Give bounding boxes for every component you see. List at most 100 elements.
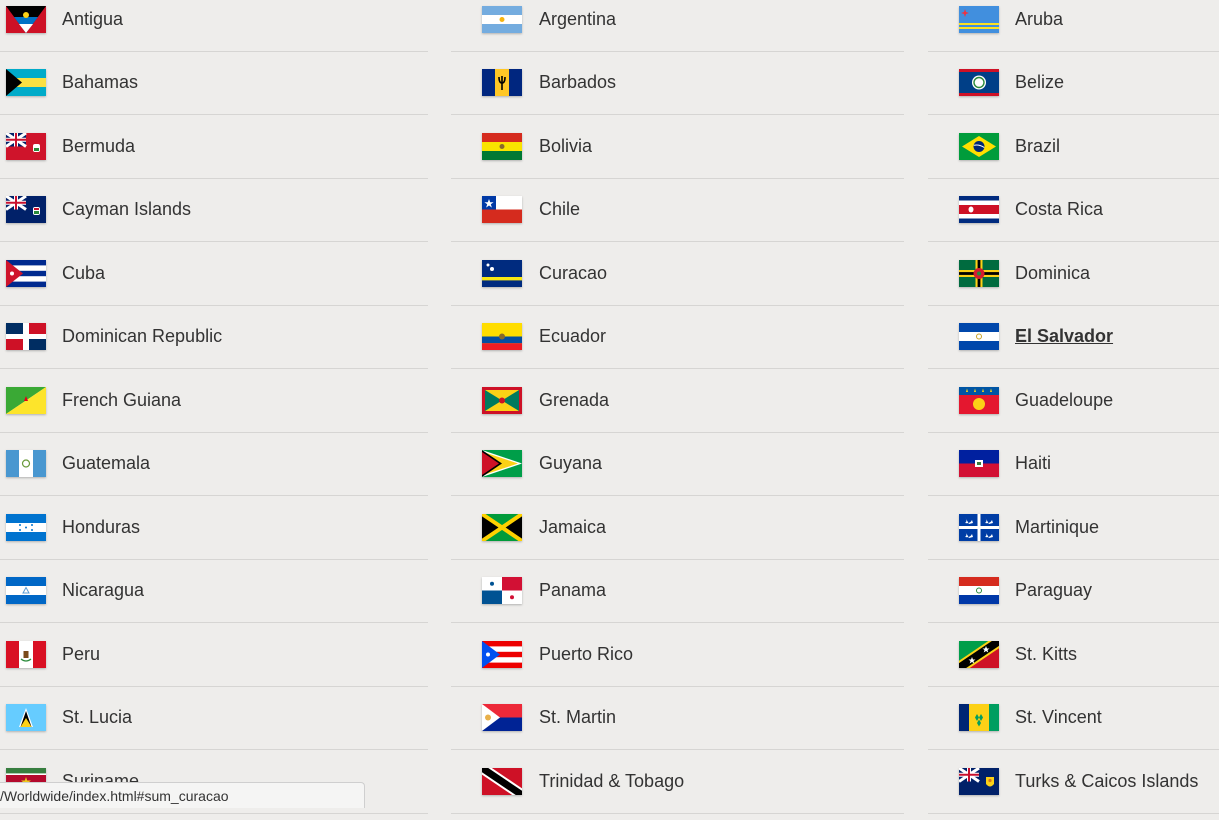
country-link-bermuda[interactable]: Bermuda (0, 115, 428, 179)
country-name[interactable]: Martinique (1015, 517, 1099, 538)
cayman-islands-flag-icon (6, 196, 46, 223)
country-link-paraguay[interactable]: Paraguay (928, 560, 1219, 624)
panama-flag-icon (482, 577, 522, 604)
country-name[interactable]: Peru (62, 644, 100, 665)
country-link-dominican-republic[interactable]: Dominican Republic (0, 306, 428, 370)
country-name[interactable]: Nicaragua (62, 580, 144, 601)
paraguay-flag-icon (959, 577, 999, 604)
country-name[interactable]: Cuba (62, 263, 105, 284)
french-guiana-flag-icon (6, 387, 46, 414)
country-link-aruba[interactable]: Aruba (928, 0, 1219, 52)
country-link-guatemala[interactable]: Guatemala (0, 433, 428, 497)
country-name[interactable]: Bermuda (62, 136, 135, 157)
st-lucia-flag-icon (6, 704, 46, 731)
country-link-argentina[interactable]: Argentina (451, 0, 904, 52)
country-name[interactable]: Guatemala (62, 453, 150, 474)
grenada-flag-icon (482, 387, 522, 414)
guyana-flag-icon (482, 450, 522, 477)
country-link-cayman-islands[interactable]: Cayman Islands (0, 179, 428, 243)
country-link-dominica[interactable]: Dominica (928, 242, 1219, 306)
brazil-flag-icon (959, 133, 999, 160)
country-link-el-salvador[interactable]: El Salvador (928, 306, 1219, 370)
puerto-rico-flag-icon (482, 641, 522, 668)
jamaica-flag-icon (482, 514, 522, 541)
country-name[interactable]: Paraguay (1015, 580, 1092, 601)
country-name[interactable]: Guyana (539, 453, 602, 474)
country-name[interactable]: Bolivia (539, 136, 592, 157)
country-name[interactable]: Argentina (539, 9, 616, 30)
country-link-peru[interactable]: Peru (0, 623, 428, 687)
st-martin-flag-icon (482, 704, 522, 731)
el-salvador-flag-icon (959, 323, 999, 350)
country-name[interactable]: Guadeloupe (1015, 390, 1113, 411)
country-link-panama[interactable]: Panama (451, 560, 904, 624)
country-name[interactable]: Panama (539, 580, 606, 601)
status-bar-url: /Worldwide/index.html#sum_curacao (0, 782, 365, 808)
country-name[interactable]: Curacao (539, 263, 607, 284)
st-kitts-flag-icon (959, 641, 999, 668)
country-name[interactable]: St. Vincent (1015, 707, 1102, 728)
country-name[interactable]: St. Martin (539, 707, 616, 728)
country-link-belize[interactable]: Belize (928, 52, 1219, 116)
country-link-st-vincent[interactable]: St. Vincent (928, 687, 1219, 751)
country-link-st-martin[interactable]: St. Martin (451, 687, 904, 751)
country-name[interactable]: Costa Rica (1015, 199, 1103, 220)
country-name[interactable]: Barbados (539, 72, 616, 93)
country-link-st-kitts[interactable]: St. Kitts (928, 623, 1219, 687)
country-name[interactable]: Antigua (62, 9, 123, 30)
country-name[interactable]: Bahamas (62, 72, 138, 93)
country-column-1: Antigua Bahamas Bermuda Cayman Islands Cuba D… (0, 0, 428, 814)
country-name[interactable]: Cayman Islands (62, 199, 191, 220)
country-link-bolivia[interactable]: Bolivia (451, 115, 904, 179)
country-name[interactable]: Jamaica (539, 517, 606, 538)
country-name[interactable]: Belize (1015, 72, 1064, 93)
country-link-haiti[interactable]: Haiti (928, 433, 1219, 497)
country-name[interactable]: Puerto Rico (539, 644, 633, 665)
honduras-flag-icon (6, 514, 46, 541)
country-link-nicaragua[interactable]: Nicaragua (0, 560, 428, 624)
country-link-grenada[interactable]: Grenada (451, 369, 904, 433)
country-link-bahamas[interactable]: Bahamas (0, 52, 428, 116)
country-name[interactable]: Aruba (1015, 9, 1063, 30)
country-name[interactable]: Ecuador (539, 326, 606, 347)
country-name[interactable]: French Guiana (62, 390, 181, 411)
country-link-turks-caicos-islands[interactable]: Turks & Caicos Islands (928, 750, 1219, 814)
country-name[interactable]: Turks & Caicos Islands (1015, 771, 1198, 792)
country-name[interactable]: Dominican Republic (62, 326, 222, 347)
country-name[interactable]: Brazil (1015, 136, 1060, 157)
country-link-guadeloupe[interactable]: Guadeloupe (928, 369, 1219, 433)
country-link-ecuador[interactable]: Ecuador (451, 306, 904, 370)
country-name[interactable]: El Salvador (1015, 326, 1113, 347)
country-column-2: Argentina Barbados Bolivia Chile Curacao Ecua… (451, 0, 904, 814)
country-name[interactable]: Dominica (1015, 263, 1090, 284)
country-link-honduras[interactable]: Honduras (0, 496, 428, 560)
country-link-trinidad-tobago[interactable]: Trinidad & Tobago (451, 750, 904, 814)
belize-flag-icon (959, 69, 999, 96)
country-name[interactable]: Haiti (1015, 453, 1051, 474)
bermuda-flag-icon (6, 133, 46, 160)
country-link-barbados[interactable]: Barbados (451, 52, 904, 116)
country-link-guyana[interactable]: Guyana (451, 433, 904, 497)
country-link-french-guiana[interactable]: French Guiana (0, 369, 428, 433)
dominica-flag-icon (959, 260, 999, 287)
country-link-martinique[interactable]: Martinique (928, 496, 1219, 560)
country-link-brazil[interactable]: Brazil (928, 115, 1219, 179)
country-link-curacao[interactable]: Curacao (451, 242, 904, 306)
country-link-puerto-rico[interactable]: Puerto Rico (451, 623, 904, 687)
costa-rica-flag-icon (959, 196, 999, 223)
country-link-costa-rica[interactable]: Costa Rica (928, 179, 1219, 243)
country-link-chile[interactable]: Chile (451, 179, 904, 243)
country-name[interactable]: Trinidad & Tobago (539, 771, 684, 792)
turks-caicos-islands-flag-icon (959, 768, 999, 795)
country-link-st-lucia[interactable]: St. Lucia (0, 687, 428, 751)
country-name[interactable]: St. Kitts (1015, 644, 1077, 665)
country-link-cuba[interactable]: Cuba (0, 242, 428, 306)
haiti-flag-icon (959, 450, 999, 477)
country-link-jamaica[interactable]: Jamaica (451, 496, 904, 560)
country-name[interactable]: Grenada (539, 390, 609, 411)
country-name[interactable]: St. Lucia (62, 707, 132, 728)
country-name[interactable]: Chile (539, 199, 580, 220)
country-link-antigua[interactable]: Antigua (0, 0, 428, 52)
country-name[interactable]: Honduras (62, 517, 140, 538)
chile-flag-icon (482, 196, 522, 223)
